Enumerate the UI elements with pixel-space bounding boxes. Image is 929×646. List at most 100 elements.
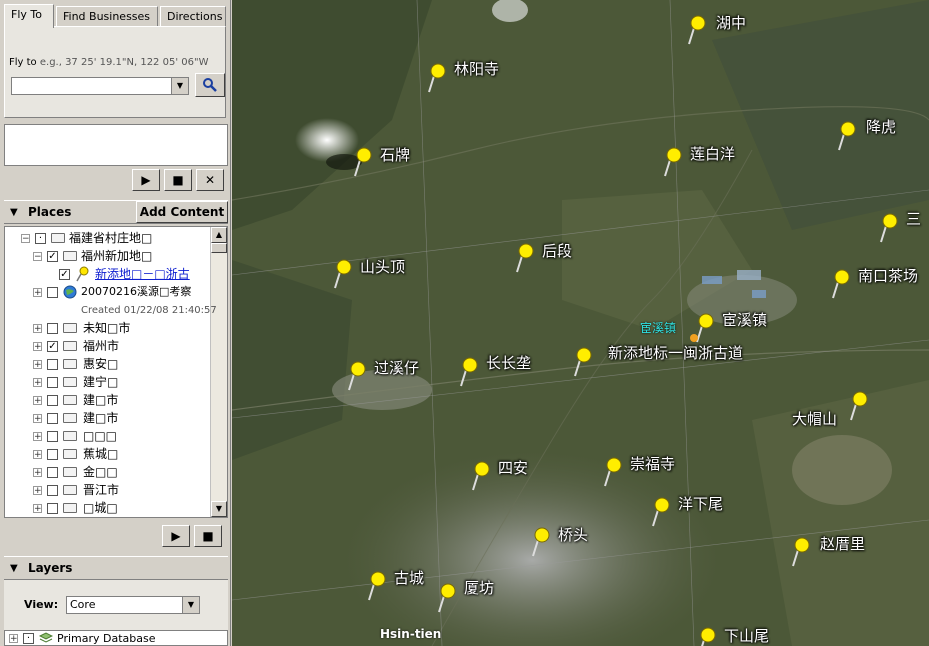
checkbox[interactable] <box>47 395 58 406</box>
placemark-label[interactable]: 崇福寺 <box>630 453 675 474</box>
tree-item[interactable]: + □□□ <box>5 427 211 445</box>
tree-item[interactable]: + 建宁□ <box>5 373 211 391</box>
pushpin-icon[interactable] <box>332 258 356 290</box>
tree-item[interactable]: + 建□市 <box>5 409 211 427</box>
tree-item[interactable]: + 晋江市 <box>5 481 211 499</box>
pushpin-icon[interactable] <box>790 536 814 568</box>
checkbox[interactable]: ✓ <box>59 269 70 280</box>
placemark-label[interactable]: 过溪仔 <box>374 357 419 378</box>
tree-item[interactable]: + 20070216溪源□考察 <box>5 283 211 301</box>
placemark-label[interactable]: 长长垄 <box>486 352 531 373</box>
placemark-label[interactable]: 后段 <box>542 240 572 261</box>
fly-to-input[interactable]: ▼ <box>11 77 189 95</box>
pushpin-icon[interactable] <box>686 14 710 46</box>
collapse-triangle-icon[interactable]: ▼ <box>10 563 18 574</box>
checkbox[interactable] <box>47 377 58 388</box>
dropdown-arrow-icon[interactable]: ▼ <box>171 78 188 94</box>
tree-item[interactable]: + 未知□市 <box>5 319 211 337</box>
search-button[interactable] <box>195 73 225 97</box>
checkbox[interactable]: ✓ <box>47 341 58 352</box>
pushpin-icon[interactable] <box>830 268 854 300</box>
pushpin-icon[interactable] <box>572 346 596 378</box>
placemark-label[interactable]: 石牌 <box>380 144 410 165</box>
pushpin-icon[interactable] <box>514 242 538 274</box>
clear-button[interactable]: ✕ <box>196 169 224 191</box>
checkbox[interactable] <box>47 431 58 442</box>
checkbox[interactable] <box>47 413 58 424</box>
tree-item[interactable]: + 金□□ <box>5 463 211 481</box>
placemark-label[interactable]: 宦溪镇 <box>722 309 767 330</box>
view-select[interactable]: Core ▼ <box>66 596 200 614</box>
tree-item[interactable]: + 蕉城□ <box>5 445 211 463</box>
checkbox[interactable]: ✓ <box>47 251 58 262</box>
placemark-label[interactable]: 莲白洋 <box>690 143 735 164</box>
play-button[interactable]: ▶ <box>132 169 160 191</box>
checkbox[interactable] <box>47 287 58 298</box>
placemark-label[interactable]: 厦坊 <box>464 577 494 598</box>
places-scrollbar[interactable]: ▲ ▼ <box>210 227 227 517</box>
checkbox[interactable] <box>47 485 58 496</box>
checkbox[interactable] <box>47 503 58 514</box>
tree-item[interactable]: ✓ 新添地□－□浙古 <box>5 265 211 283</box>
places-header[interactable]: ▼ Places Add Content <box>4 200 228 224</box>
tab-find-businesses[interactable]: Find Businesses <box>56 6 158 26</box>
tree-item[interactable]: + ✓ 福州市 <box>5 337 211 355</box>
tree-item[interactable]: − ✓ 福州新加地□ <box>5 247 211 265</box>
expander-icon[interactable]: + <box>33 324 42 334</box>
placemark-label[interactable]: 南口茶场 <box>858 265 918 286</box>
checkbox[interactable] <box>47 359 58 370</box>
tree-item[interactable]: + □城□ <box>5 499 211 517</box>
stop-button[interactable]: ■ <box>164 169 192 191</box>
pushpin-icon[interactable] <box>352 146 376 178</box>
expander-icon[interactable]: + <box>33 432 42 442</box>
checkbox[interactable]: · <box>23 633 34 644</box>
pushpin-icon[interactable] <box>530 526 554 558</box>
placemark-label[interactable]: 大帽山 <box>792 408 837 429</box>
scroll-thumb[interactable] <box>211 243 227 253</box>
collapse-triangle-icon[interactable]: ▼ <box>10 207 18 218</box>
expander-icon[interactable]: + <box>33 486 42 496</box>
expander-icon[interactable]: + <box>33 414 42 424</box>
pushpin-icon[interactable] <box>848 390 872 422</box>
placemark-label[interactable]: 下山尾 <box>724 625 769 646</box>
dropdown-arrow-icon[interactable]: ▼ <box>182 597 199 613</box>
tour-stop-button[interactable]: ■ <box>194 525 222 547</box>
placemark-label[interactable]: 古城 <box>394 567 424 588</box>
expander-icon[interactable]: + <box>33 504 42 514</box>
scroll-down-icon[interactable]: ▼ <box>211 501 227 517</box>
expander-icon[interactable]: + <box>9 634 18 644</box>
pushpin-icon[interactable] <box>436 582 460 614</box>
expander-icon[interactable]: − <box>21 234 30 244</box>
pushpin-icon[interactable] <box>458 356 482 388</box>
placemark-label[interactable]: 桥头 <box>558 524 588 545</box>
expander-icon[interactable]: + <box>33 468 42 478</box>
scroll-up-icon[interactable]: ▲ <box>211 227 227 243</box>
tab-fly-to[interactable]: Fly To <box>4 4 54 28</box>
pushpin-icon[interactable] <box>696 626 720 646</box>
placemark-label[interactable]: 洋下尾 <box>678 493 723 514</box>
tree-item[interactable]: − · 福建省村庄地□ <box>5 229 211 247</box>
pushpin-icon[interactable] <box>602 456 626 488</box>
map-view[interactable]: 湖中 林阳寺 石牌 莲白洋 降虎 三 后段 山头顶 南口茶场 宦溪镇 宦溪镇 新… <box>232 0 929 646</box>
pushpin-icon[interactable] <box>470 460 494 492</box>
expander-icon[interactable]: + <box>33 360 42 370</box>
placemark-label[interactable]: 林阳寺 <box>454 58 499 79</box>
pushpin-icon[interactable] <box>426 62 450 94</box>
expander-icon[interactable]: − <box>33 252 42 262</box>
checkbox[interactable] <box>47 449 58 460</box>
tree-item[interactable]: + 建□市 <box>5 391 211 409</box>
placemark-label[interactable]: 山头顶 <box>360 256 405 277</box>
checkbox[interactable] <box>47 467 58 478</box>
pushpin-icon[interactable] <box>878 212 902 244</box>
placemark-label[interactable]: 三 <box>906 208 921 229</box>
pushpin-icon[interactable] <box>366 570 390 602</box>
tree-item[interactable]: + 惠安□ <box>5 355 211 373</box>
layers-header[interactable]: ▼ Layers <box>4 556 228 580</box>
placemark-label[interactable]: 湖中 <box>716 12 746 33</box>
pushpin-icon[interactable] <box>346 360 370 392</box>
placemark-label[interactable]: 降虎 <box>866 116 896 137</box>
expander-icon[interactable]: + <box>33 288 42 298</box>
pushpin-icon[interactable] <box>836 120 860 152</box>
add-content-button[interactable]: Add Content <box>136 201 228 223</box>
placemark-label[interactable]: 新添地标一闽浙古道 <box>608 342 743 363</box>
